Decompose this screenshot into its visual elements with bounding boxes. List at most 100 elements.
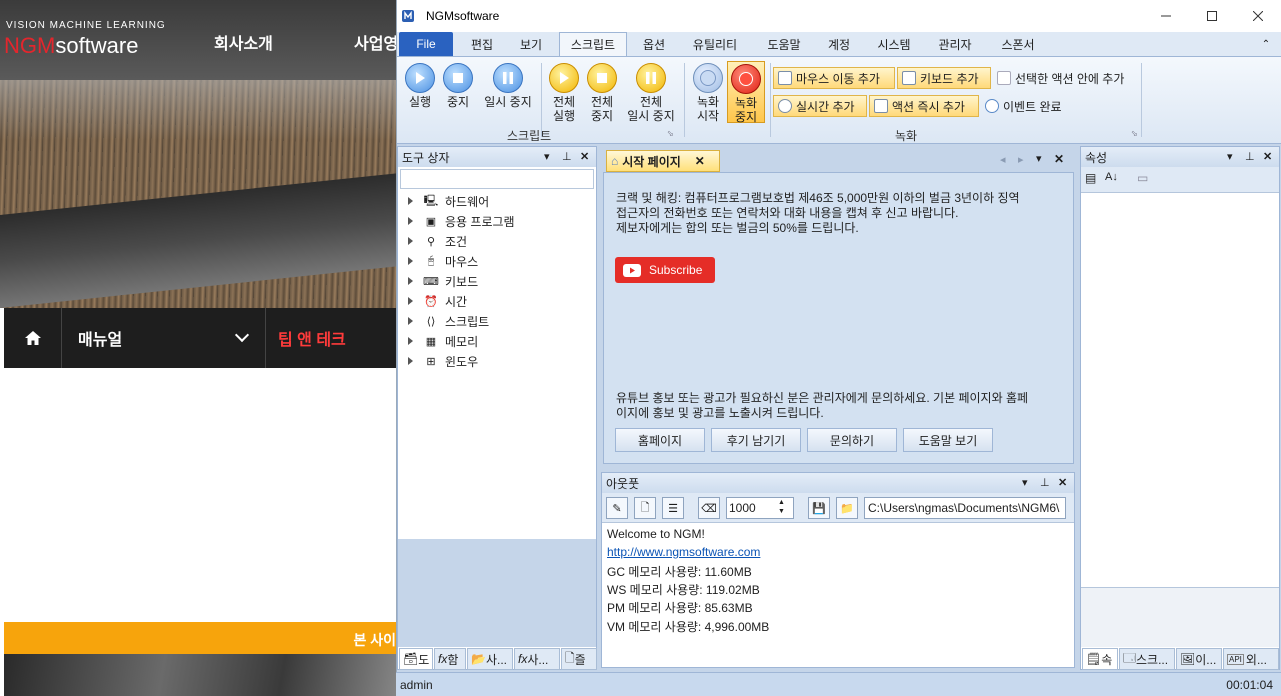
bottom-tab-user-function[interactable]: fx 사... [514,648,560,670]
tree-label: 하드웨어 [445,194,490,209]
tab-file[interactable]: File [399,32,453,56]
manual-menu[interactable]: 매뉴얼 [66,308,266,368]
bottom-tab-external[interactable]: API 외... [1223,648,1279,670]
close-icon[interactable]: ✕ [1058,476,1067,489]
expand-icon[interactable] [408,237,413,245]
log-file-button[interactable]: 🗋 [634,497,656,519]
pin-icon[interactable]: ⊥ [1245,150,1255,163]
site-logo[interactable]: NGMsoftware [4,33,138,59]
pause-all-button[interactable]: 전체 일시 중지 [623,63,679,123]
close-icon[interactable]: ✕ [1263,150,1272,163]
inquiry-button[interactable]: 문의하기 [807,428,897,452]
pause-button[interactable]: 일시 중지 [481,63,535,109]
add-mouse-move-button[interactable]: 마우스 이동 추가 [773,67,895,89]
expand-icon[interactable] [408,357,413,365]
stop-button[interactable]: 중지 [443,63,473,109]
bottom-tab-function[interactable]: fx 함 [434,648,466,670]
homepage-button[interactable]: 홈페이지 [615,428,705,452]
tree-item-condition[interactable]: ⚲ 조건 [408,231,467,251]
record-group-expand-icon[interactable]: ⬂ [1131,129,1138,138]
toolbox-search-input[interactable] [400,169,594,189]
tab-script[interactable]: 스크립트 [559,32,627,56]
expand-icon[interactable] [408,217,413,225]
open-folder-button[interactable]: 📁 [836,497,858,519]
dropdown-icon[interactable]: ▾ [1022,476,1028,489]
add-keyboard-button[interactable]: 키보드 추가 [897,67,991,89]
doc-dropdown-icon[interactable]: ▾ [1036,152,1042,165]
maximize-button[interactable] [1189,0,1235,32]
home-button[interactable] [4,308,62,368]
record-stop-button[interactable]: 녹화 중지 [727,61,765,124]
tips-menu[interactable]: 팁 앤 테크 [278,308,346,368]
add-keyboard-label: 키보드 추가 [920,71,979,86]
tree-item-hardware[interactable]: 🖳 하드웨어 [408,191,489,211]
clear-button[interactable]: ⌫ [698,497,720,519]
tab-sponsor[interactable]: 스폰서 [993,32,1043,56]
event-done-button[interactable]: 이벤트 완료 [981,95,1081,117]
add-instant-button[interactable]: 액션 즉시 추가 [869,95,979,117]
tree-item-memory[interactable]: ▦ 메모리 [408,331,478,351]
close-tab-icon[interactable]: ✕ [695,154,705,168]
tab-help[interactable]: 도움말 [759,32,809,56]
tree-item-time[interactable]: ⏰ 시간 [408,291,467,311]
pin-icon[interactable]: ⊥ [562,150,572,163]
tab-start-page[interactable]: ⌂ 시작 페이지 ✕ [606,150,720,172]
expand-icon[interactable] [408,197,413,205]
wrap-button[interactable]: ☰ [662,497,684,519]
bottom-tab-toolbox[interactable]: 🗃 도 [399,648,433,670]
bottom-tab-image[interactable]: 🖼 이... [1176,648,1222,670]
record-start-button[interactable]: 녹화 시작 [691,63,725,123]
help-button[interactable]: 도움말 보기 [903,428,993,452]
expand-icon[interactable] [408,317,413,325]
expand-icon[interactable] [408,277,413,285]
save-button[interactable]: 💾 [808,497,830,519]
add-realtime-button[interactable]: 실시간 추가 [773,95,867,117]
tree-item-keyboard[interactable]: ⌨ 키보드 [408,271,478,291]
tree-item-mouse[interactable]: 🖰 마우스 [408,251,478,271]
bottom-tab-favorites[interactable]: 🗋 즐 [561,648,597,670]
expand-icon[interactable] [408,337,413,345]
keyboard-icon [902,71,916,85]
scroll-right-icon[interactable]: ▸ [1018,153,1024,166]
close-button[interactable] [1235,0,1281,32]
add-in-selected-button[interactable]: 선택한 액션 안에 추가 [993,67,1153,89]
tab-options[interactable]: 옵션 [633,32,675,56]
scroll-left-icon[interactable]: ◂ [1000,153,1006,166]
close-icon[interactable]: ✕ [580,150,589,163]
tree-item-application[interactable]: ▣ 응용 프로그램 [408,211,515,231]
site-nav-business[interactable]: 사업영 [354,30,398,54]
auto-scroll-button[interactable]: ✎ [606,497,628,519]
tab-utility[interactable]: 유틸리티 [685,32,745,56]
doc-close-icon[interactable]: ✕ [1054,152,1064,166]
run-all-button[interactable]: 전체 실행 [547,63,581,123]
collapse-ribbon-icon[interactable]: ⌃ [1259,32,1273,56]
review-button[interactable]: 후기 남기기 [711,428,801,452]
tab-admin[interactable]: 관리자 [931,32,979,56]
bottom-tab-properties[interactable]: 🗒 속 [1082,648,1118,670]
tab-system[interactable]: 시스템 [869,32,919,56]
site-nav-about[interactable]: 회사소개 [214,30,273,54]
categorized-icon[interactable]: ▤ [1085,171,1096,185]
property-pages-icon[interactable]: ▭ [1137,171,1148,185]
tab-account[interactable]: 계정 [819,32,859,56]
pin-icon[interactable]: ⊥ [1040,476,1050,489]
tree-item-script[interactable]: ⟨⟩ 스크립트 [408,311,489,331]
dropdown-icon[interactable]: ▾ [544,150,550,163]
bottom-tab-user[interactable]: 📂 사... [467,648,513,670]
bottom-tab-script[interactable]: 🗔 스크... [1119,648,1175,670]
script-group-expand-icon[interactable]: ⬂ [667,129,674,138]
stop-all-button[interactable]: 전체 중지 [585,63,619,123]
log-path-field[interactable]: C:\Users\ngmas\Documents\NGM6\ [864,497,1066,519]
dropdown-icon[interactable]: ▾ [1227,150,1233,163]
subscribe-button[interactable]: Subscribe [615,257,715,283]
sort-alpha-icon[interactable]: A↓ [1105,171,1118,183]
tab-view[interactable]: 보기 [511,32,551,56]
output-link[interactable]: http://www.ngmsoftware.com [607,545,760,559]
expand-icon[interactable] [408,297,413,305]
minimize-button[interactable] [1143,0,1189,32]
spinner-icon[interactable]: ▲ ▼ [778,498,785,516]
tree-item-window[interactable]: ⊞ 윈도우 [408,351,478,371]
expand-icon[interactable] [408,257,413,265]
run-button[interactable]: 실행 [405,63,435,109]
tab-edit[interactable]: 편집 [461,32,503,56]
